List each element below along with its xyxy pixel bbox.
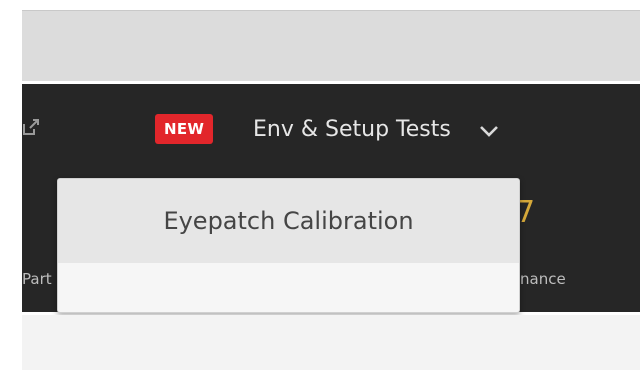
header-bar xyxy=(22,10,640,81)
left-margin xyxy=(0,0,22,370)
env-setup-tests-menu[interactable]: Env & Setup Tests xyxy=(253,112,499,148)
dropdown-item-eyepatch-calibration[interactable]: Eyepatch Calibration xyxy=(58,179,519,263)
dropdown-item-label: Eyepatch Calibration xyxy=(163,207,414,235)
env-setup-tests-label: Env & Setup Tests xyxy=(253,117,451,142)
content-area xyxy=(22,315,640,370)
chevron-down-icon[interactable] xyxy=(479,123,499,137)
external-link-icon[interactable] xyxy=(22,118,40,136)
nav-subitem-right-cut[interactable]: nance xyxy=(520,270,566,288)
nav-subitem-left-cut[interactable]: Part xyxy=(22,270,52,288)
new-badge: NEW xyxy=(155,114,214,144)
top-margin xyxy=(22,0,640,10)
env-setup-dropdown: Eyepatch Calibration xyxy=(57,178,520,313)
